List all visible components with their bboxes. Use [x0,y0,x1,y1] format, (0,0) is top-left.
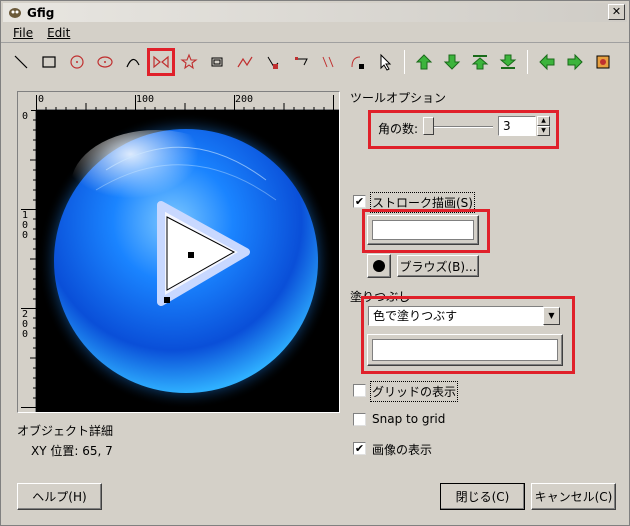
show-all-icon[interactable] [589,48,617,76]
copy-object-tool-icon[interactable] [315,48,343,76]
toolbar [1,44,629,80]
lower-to-bottom-icon[interactable] [494,48,522,76]
fill-color-button[interactable] [367,334,563,366]
bezier-tool-icon[interactable] [231,48,259,76]
move-point-tool-icon[interactable] [287,48,315,76]
ellipse-tool-icon[interactable] [91,48,119,76]
polygon-center-handle[interactable] [188,252,194,258]
close-window-button[interactable]: ✕ [608,4,625,20]
spin-up-icon[interactable]: ▲ [537,116,550,126]
spiral-tool-icon[interactable] [203,48,231,76]
browse-button[interactable]: ブラウズ(B)... [397,255,479,277]
object-details-title: オブジェクト詳細 [17,424,114,438]
show-grid-checkbox[interactable] [353,384,366,397]
sides-slider-thumb[interactable] [423,117,434,135]
show-grid-label[interactable]: グリッドの表示 [369,381,459,402]
sides-spinner[interactable]: ▲ ▼ [537,116,550,136]
arrow-right-icon[interactable] [561,48,589,76]
preview-canvas[interactable] [36,110,339,412]
polygon-vertex-handle[interactable] [164,297,170,303]
raise-to-top-icon[interactable] [466,48,494,76]
menu-file[interactable]: File [13,26,33,40]
close-button[interactable]: 閉じる(C) [440,483,525,510]
tool-options-title: ツールオプション [350,91,447,105]
circle-tool-icon[interactable] [63,48,91,76]
stroke-color-swatch [372,220,474,240]
menu-bar: File Edit [1,23,629,43]
show-image-checkbox[interactable]: ✔ [353,442,366,455]
blue-orb-image [38,113,334,409]
line-tool-icon[interactable] [7,48,35,76]
stroke-color-button[interactable] [367,215,479,245]
preview-area: 0 100 200 0 1 0 0 2 0 0 [17,91,340,413]
brush-shape-button[interactable] [367,254,391,278]
arc-tool-icon[interactable] [119,48,147,76]
horizontal-ruler: 0 100 200 [36,93,339,110]
xy-position-label: XY 位置: 65, 7 [31,444,113,458]
snap-to-grid-label[interactable]: Snap to grid [372,412,445,426]
fill-color-swatch [372,339,558,361]
polygon-tool-icon[interactable] [147,48,175,76]
snap-to-grid-checkbox[interactable] [353,413,366,426]
delete-object-tool-icon[interactable] [343,48,371,76]
brush-circle-icon [373,260,385,272]
star-tool-icon[interactable] [175,48,203,76]
lower-icon[interactable] [438,48,466,76]
menu-edit[interactable]: Edit [47,26,70,40]
toolbar-separator [527,50,528,74]
title-bar: Gfig ✕ [3,3,627,22]
sides-slider-track[interactable] [425,126,493,128]
vertical-ruler: 0 1 0 0 2 0 0 [19,110,36,412]
spin-down-icon[interactable]: ▼ [537,126,550,136]
help-button[interactable]: ヘルプ(H) [17,483,102,510]
window-title: Gfig [27,5,55,20]
raise-icon[interactable] [410,48,438,76]
toolbar-separator [404,50,405,74]
gfig-window: Gfig ✕ File Edit 0 100 200 0 1 0 0 2 0 0… [0,0,630,526]
arrow-left-icon[interactable] [533,48,561,76]
stroke-checkbox[interactable]: ✔ [353,195,366,208]
sides-input[interactable]: 3 [498,116,536,136]
chevron-down-icon[interactable]: ▼ [543,307,560,325]
rectangle-tool-icon[interactable] [35,48,63,76]
select-tool-icon[interactable] [371,48,399,76]
sides-label: 角の数: [378,122,419,136]
cancel-button[interactable]: キャンセル(C) [531,483,616,510]
gimp-icon [7,6,23,20]
move-object-tool-icon[interactable] [259,48,287,76]
show-image-label[interactable]: 画像の表示 [372,441,432,458]
fill-type-select[interactable]: 色で塗りつぶす [368,306,544,326]
